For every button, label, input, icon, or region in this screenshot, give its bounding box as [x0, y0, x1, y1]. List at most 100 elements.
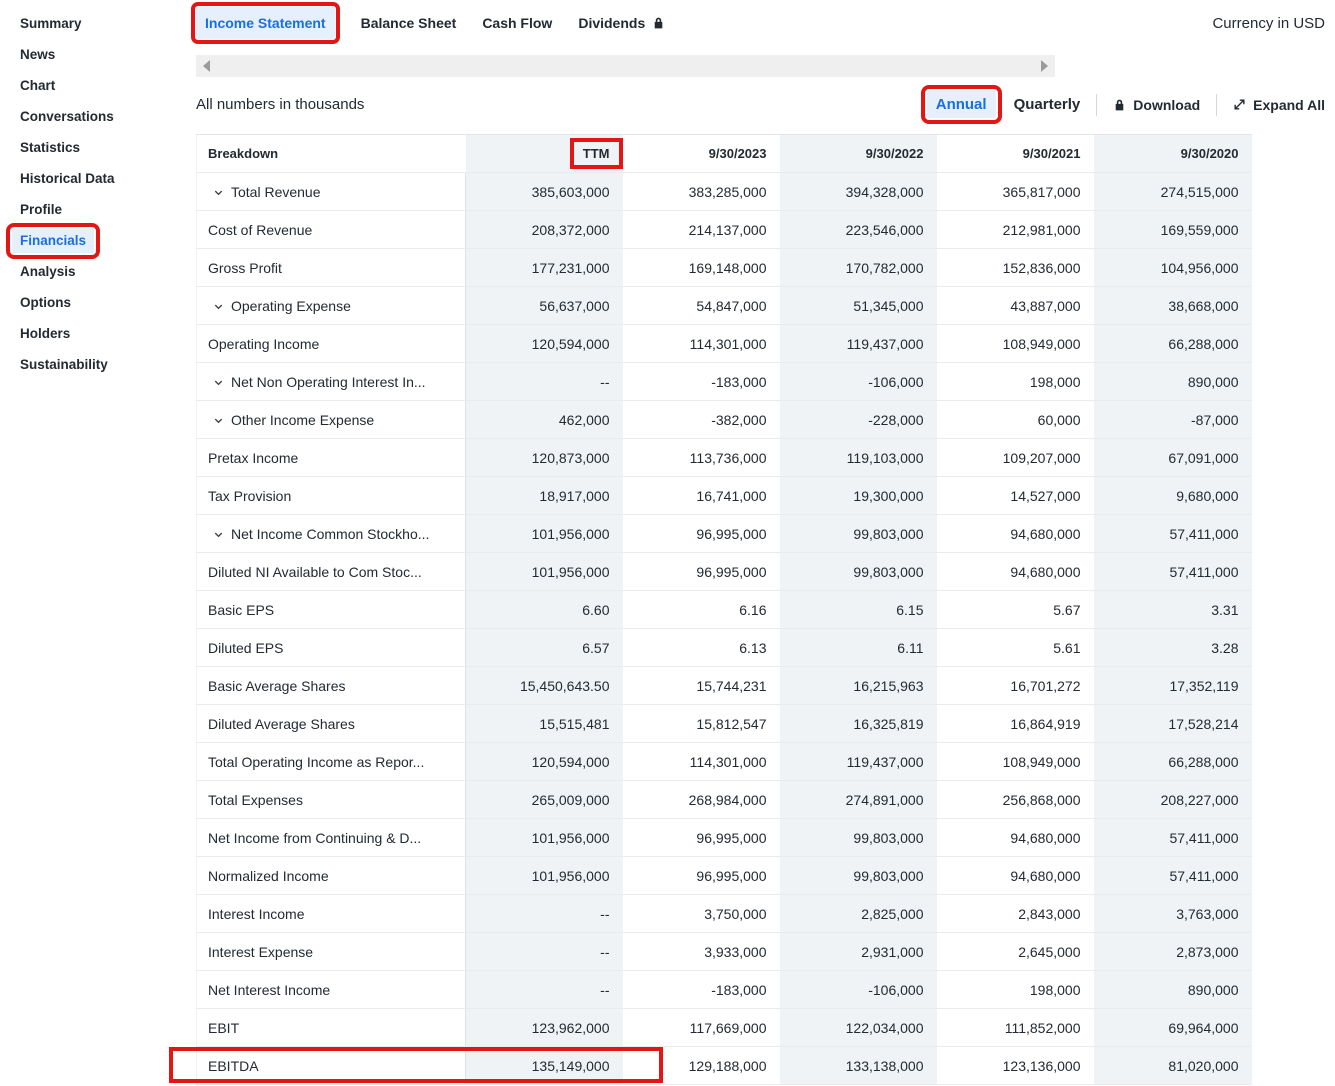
sidebar-item-historical-data[interactable]: Historical Data	[0, 163, 196, 194]
column-header-9-30-2022: 9/30/2022	[780, 135, 937, 173]
horizontal-scrollbar[interactable]	[196, 55, 1055, 77]
sidebar-item-financials[interactable]: Financials	[0, 225, 196, 256]
table-row-pretax-income[interactable]: Pretax Income 120,873,000 113,736,000 11…	[197, 439, 1252, 477]
row-label-cell[interactable]: Net Income Common Stockho...	[197, 515, 466, 553]
row-label-cell[interactable]: Gross Profit	[197, 249, 466, 287]
table-row-net-income-from-continuing-d[interactable]: Net Income from Continuing & D... 101,95…	[197, 819, 1252, 857]
sidebar-item-chart[interactable]: Chart	[0, 70, 196, 101]
scroll-right-arrow-icon[interactable]	[1041, 60, 1048, 72]
chevron-down-icon[interactable]	[213, 187, 224, 198]
table-row-other-income-expense[interactable]: Other Income Expense 462,000 -382,000 -2…	[197, 401, 1252, 439]
row-label-cell[interactable]: Total Operating Income as Repor...	[197, 743, 466, 781]
expand-all-button[interactable]: Expand All	[1233, 97, 1325, 113]
sidebar-item-summary[interactable]: Summary	[0, 8, 196, 39]
cell-y2022: 99,803,000	[780, 857, 937, 895]
cell-y2021: 5.67	[937, 591, 1094, 629]
table-row-total-revenue[interactable]: Total Revenue 385,603,000 383,285,000 39…	[197, 173, 1252, 211]
row-label-cell[interactable]: Total Expenses	[197, 781, 466, 819]
table-row-diluted-eps[interactable]: Diluted EPS 6.57 6.13 6.11 5.61 3.28	[197, 629, 1252, 667]
lock-icon	[652, 16, 665, 30]
row-label-cell[interactable]: Basic Average Shares	[197, 667, 466, 705]
quarterly-period-toggle[interactable]: Quarterly	[1014, 96, 1081, 113]
sidebar-item-holders[interactable]: Holders	[0, 318, 196, 349]
annual-period-toggle[interactable]: Annual	[927, 91, 996, 118]
tab-income-statement[interactable]: Income Statement	[196, 7, 335, 39]
row-label-cell[interactable]: Operating Income	[197, 325, 466, 363]
cell-y2022: 6.15	[780, 591, 937, 629]
row-label-cell[interactable]: Interest Expense	[197, 933, 466, 971]
table-row-ebitda[interactable]: EBITDA 135,149,000 129,188,000 133,138,0…	[197, 1047, 1252, 1085]
sidebar-item-analysis[interactable]: Analysis	[0, 256, 196, 287]
row-label-cell[interactable]: Tax Provision	[197, 477, 466, 515]
table-row-total-expenses[interactable]: Total Expenses 265,009,000 268,984,000 2…	[197, 781, 1252, 819]
cell-y2020: 17,528,214	[1094, 705, 1252, 743]
table-row-interest-income[interactable]: Interest Income -- 3,750,000 2,825,000 2…	[197, 895, 1252, 933]
sidebar-item-news[interactable]: News	[0, 39, 196, 70]
table-row-basic-average-shares[interactable]: Basic Average Shares 15,450,643.50 15,74…	[197, 667, 1252, 705]
row-label-cell[interactable]: Pretax Income	[197, 439, 466, 477]
tab-balance-sheet[interactable]: Balance Sheet	[361, 15, 457, 31]
cell-y2022: 274,891,000	[780, 781, 937, 819]
table-row-cost-of-revenue[interactable]: Cost of Revenue 208,372,000 214,137,000 …	[197, 211, 1252, 249]
table-row-net-interest-income[interactable]: Net Interest Income -- -183,000 -106,000…	[197, 971, 1252, 1009]
table-row-interest-expense[interactable]: Interest Expense -- 3,933,000 2,931,000 …	[197, 933, 1252, 971]
table-row-diluted-ni-available-to-com-stoc[interactable]: Diluted NI Available to Com Stoc... 101,…	[197, 553, 1252, 591]
cell-y2022: 223,546,000	[780, 211, 937, 249]
sidebar-item-sustainability[interactable]: Sustainability	[0, 349, 196, 380]
row-label-cell[interactable]: Diluted Average Shares	[197, 705, 466, 743]
table-row-tax-provision[interactable]: Tax Provision 18,917,000 16,741,000 19,3…	[197, 477, 1252, 515]
table-row-net-income-common-stockho[interactable]: Net Income Common Stockho... 101,956,000…	[197, 515, 1252, 553]
cell-y2022: 170,782,000	[780, 249, 937, 287]
table-controls: All numbers in thousands Annual Quarterl…	[196, 88, 1335, 121]
sidebar-item-statistics[interactable]: Statistics	[0, 132, 196, 163]
chevron-down-icon[interactable]	[213, 301, 224, 312]
row-label-cell[interactable]: Other Income Expense	[197, 401, 466, 439]
row-label: Pretax Income	[208, 450, 298, 466]
table-row-ebit[interactable]: EBIT 123,962,000 117,669,000 122,034,000…	[197, 1009, 1252, 1047]
chevron-down-icon[interactable]	[213, 377, 224, 388]
row-label-cell[interactable]: Operating Expense	[197, 287, 466, 325]
table-row-operating-expense[interactable]: Operating Expense 56,637,000 54,847,000 …	[197, 287, 1252, 325]
chevron-down-icon[interactable]	[213, 415, 224, 426]
row-label-cell[interactable]: Normalized Income	[197, 857, 466, 895]
row-label-cell[interactable]: EBIT	[197, 1009, 466, 1047]
sidebar-item-profile[interactable]: Profile	[0, 194, 196, 225]
tab-cash-flow[interactable]: Cash Flow	[482, 15, 552, 31]
cell-ttm: 101,956,000	[466, 515, 623, 553]
table-row-net-non-operating-interest-in[interactable]: Net Non Operating Interest In... -- -183…	[197, 363, 1252, 401]
row-label-cell[interactable]: Total Revenue	[197, 173, 466, 211]
row-label-cell[interactable]: Interest Income	[197, 895, 466, 933]
row-label-cell[interactable]: Diluted NI Available to Com Stoc...	[197, 553, 466, 591]
column-header-9-30-2020: 9/30/2020	[1094, 135, 1252, 173]
row-label-cell[interactable]: Net Income from Continuing & D...	[197, 819, 466, 857]
tab-dividends[interactable]: Dividends	[578, 15, 665, 31]
row-label-cell[interactable]: Net Non Operating Interest In...	[197, 363, 466, 401]
row-label-cell[interactable]: Basic EPS	[197, 591, 466, 629]
row-label-cell[interactable]: Net Interest Income	[197, 971, 466, 1009]
chevron-down-icon[interactable]	[213, 529, 224, 540]
sidebar-item-conversations[interactable]: Conversations	[0, 101, 196, 132]
sidebar-item-options[interactable]: Options	[0, 287, 196, 318]
cell-y2021: 43,887,000	[937, 287, 1094, 325]
cell-y2023: 96,995,000	[623, 553, 780, 591]
table-row-total-operating-income-as-repor[interactable]: Total Operating Income as Repor... 120,5…	[197, 743, 1252, 781]
cell-y2020: 208,227,000	[1094, 781, 1252, 819]
table-body: Total Revenue 385,603,000 383,285,000 39…	[197, 173, 1252, 1085]
row-label-cell[interactable]: Diluted EPS	[197, 629, 466, 667]
table-row-normalized-income[interactable]: Normalized Income 101,956,000 96,995,000…	[197, 857, 1252, 895]
table-row-operating-income[interactable]: Operating Income 120,594,000 114,301,000…	[197, 325, 1252, 363]
cell-ttm: --	[466, 895, 623, 933]
cell-y2023: 114,301,000	[623, 743, 780, 781]
table-row-basic-eps[interactable]: Basic EPS 6.60 6.16 6.15 5.67 3.31	[197, 591, 1252, 629]
download-button[interactable]: Download	[1113, 97, 1200, 113]
row-label: Normalized Income	[208, 868, 329, 884]
cell-y2020: 57,411,000	[1094, 857, 1252, 895]
table-row-diluted-average-shares[interactable]: Diluted Average Shares 15,515,481 15,812…	[197, 705, 1252, 743]
table-row-gross-profit[interactable]: Gross Profit 177,231,000 169,148,000 170…	[197, 249, 1252, 287]
cell-y2023: 54,847,000	[623, 287, 780, 325]
scroll-left-arrow-icon[interactable]	[203, 60, 210, 72]
row-label-cell[interactable]: EBITDA	[197, 1047, 466, 1085]
cell-y2020: 69,964,000	[1094, 1009, 1252, 1047]
cell-y2023: -382,000	[623, 401, 780, 439]
row-label-cell[interactable]: Cost of Revenue	[197, 211, 466, 249]
